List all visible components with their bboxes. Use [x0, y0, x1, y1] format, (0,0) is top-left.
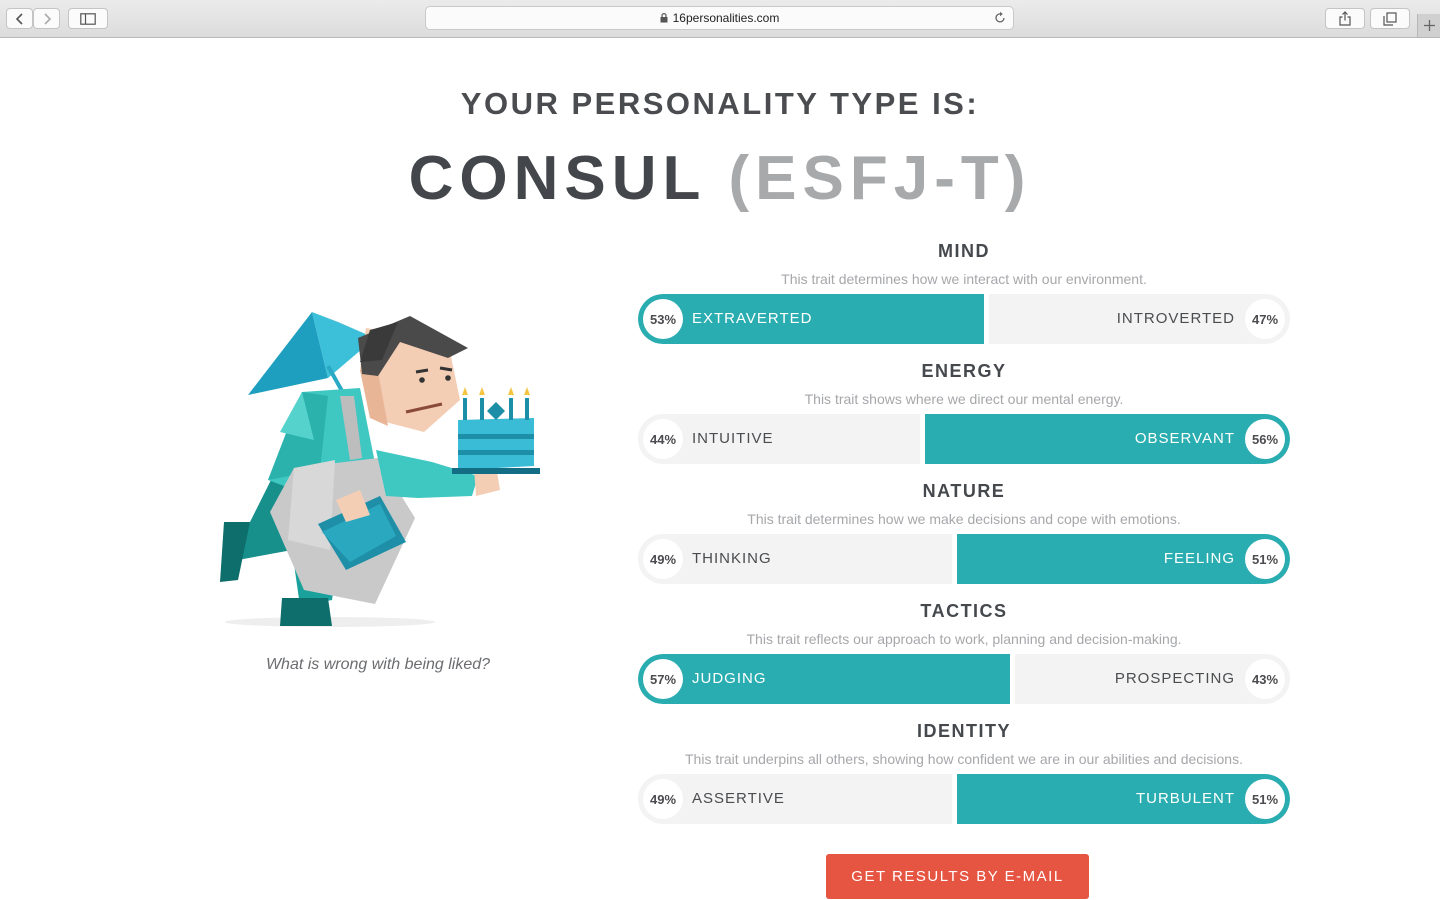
trait-description: This trait underpins all others, showing…	[685, 751, 1243, 767]
plus-icon	[1423, 20, 1435, 31]
trait-description: This trait determines how we interact wi…	[781, 271, 1147, 287]
trait-description: This trait shows where we direct our men…	[804, 391, 1124, 407]
trait-bar-fill	[957, 534, 1290, 584]
left-percent: 49%	[643, 539, 683, 579]
right-label: INTROVERTED	[1116, 310, 1235, 327]
address-bar[interactable]: 16personalities.com	[425, 6, 1014, 30]
trait-bar-tactics: 57% JUDGING PROSPECTING 43%	[638, 654, 1290, 704]
trait-bar-mind: 53% EXTRAVERTED INTROVERTED 47%	[638, 294, 1290, 344]
right-label: PROSPECTING	[1114, 670, 1235, 687]
left-label: JUDGING	[692, 670, 767, 687]
left-percent: 57%	[643, 659, 683, 699]
trait-description: This trait reflects our approach to work…	[746, 631, 1182, 647]
reload-icon[interactable]	[994, 11, 1006, 24]
trait-bar-fill	[925, 414, 1290, 464]
trait-bar-fill	[957, 774, 1290, 824]
back-button[interactable]	[6, 8, 33, 29]
sidebar-toggle-button[interactable]	[68, 8, 108, 29]
type-name: CONSUL	[408, 144, 706, 213]
result-heading: YOUR PERSONALITY TYPE IS:	[460, 86, 980, 121]
trait-title: TACTICS	[920, 601, 1008, 621]
type-code: (ESFJ-T)	[728, 144, 1032, 213]
left-percent: 53%	[643, 299, 683, 339]
left-percent: 49%	[643, 779, 683, 819]
forward-button[interactable]	[33, 8, 60, 29]
trait-bar-divider	[920, 414, 925, 464]
left-label: ASSERTIVE	[692, 790, 785, 807]
trait-bar-divider	[952, 534, 957, 584]
get-results-by-email-button[interactable]: GET RESULTS BY E-MAIL	[826, 854, 1089, 899]
trait-bar-divider	[1010, 654, 1015, 704]
trait-bar-nature: 49% THINKING FEELING 51%	[638, 534, 1290, 584]
share-button[interactable]	[1325, 8, 1365, 29]
left-label: INTUITIVE	[692, 430, 774, 447]
character-quote: What is wrong with being liked?	[265, 656, 491, 673]
tabs-button[interactable]	[1370, 8, 1410, 29]
trait-description: This trait determines how we make decisi…	[747, 511, 1181, 527]
trait-title: ENERGY	[921, 361, 1007, 381]
consul-character-illustration	[220, 312, 540, 627]
address-url: 16personalities.com	[672, 11, 780, 25]
left-label: EXTRAVERTED	[692, 310, 813, 327]
trait-bar-energy: 44% INTUITIVE OBSERVANT 56%	[638, 414, 1290, 464]
share-icon	[1339, 11, 1351, 26]
left-label: THINKING	[692, 550, 772, 567]
right-percent: 47%	[1245, 299, 1285, 339]
trait-title: MIND	[938, 241, 990, 261]
right-label: OBSERVANT	[1134, 430, 1235, 447]
right-percent: 51%	[1245, 779, 1285, 819]
new-tab-button[interactable]	[1417, 14, 1440, 37]
right-percent: 43%	[1245, 659, 1285, 699]
trait-bar-divider	[984, 294, 989, 344]
trait-bar-identity: 49% ASSERTIVE TURBULENT 51%	[638, 774, 1290, 824]
browser-toolbar: 16personalities.com	[0, 0, 1440, 38]
lock-icon	[660, 13, 668, 23]
right-percent: 51%	[1245, 539, 1285, 579]
trait-title: IDENTITY	[916, 721, 1011, 741]
personality-type: CONSUL (ESFJ-T)	[0, 142, 1440, 216]
sidebar-icon	[80, 12, 96, 25]
right-percent: 56%	[1245, 419, 1285, 459]
chevron-left-icon	[15, 12, 23, 25]
tabs-overview-icon	[1383, 11, 1397, 26]
trait-bar-divider	[952, 774, 957, 824]
left-percent: 44%	[643, 419, 683, 459]
trait-title: NATURE	[922, 481, 1006, 501]
right-label: TURBULENT	[1135, 790, 1235, 807]
right-label: FEELING	[1163, 550, 1235, 567]
chevron-right-icon	[43, 12, 51, 25]
